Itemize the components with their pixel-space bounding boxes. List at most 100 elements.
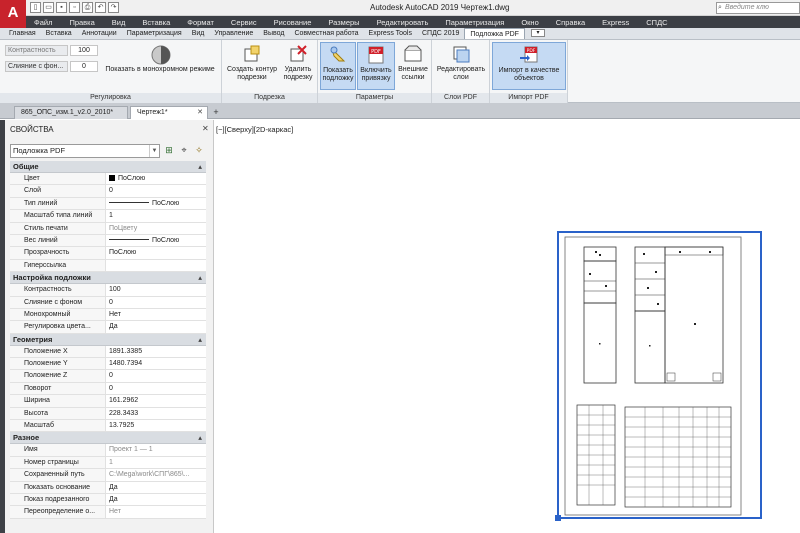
property-value[interactable]: 0 (106, 185, 206, 196)
menu-item[interactable]: Правка (69, 18, 94, 27)
property-value[interactable]: Нет (106, 309, 206, 320)
collapse-icon[interactable]: ▴ (198, 334, 202, 346)
property-value[interactable]: ПоЦвету (106, 223, 206, 234)
ribbon-tab[interactable]: Express Tools (364, 28, 417, 39)
property-row[interactable]: Вес линий ПоСлою (10, 234, 206, 248)
property-row[interactable]: Масштаб 13.7925 (10, 420, 206, 433)
property-row[interactable]: Слияние с фоном 0 (10, 296, 206, 309)
menu-item[interactable]: Express (602, 18, 629, 27)
menu-item[interactable]: СПДС (646, 18, 667, 27)
property-row[interactable]: Гиперссылка (10, 259, 206, 273)
menu-item[interactable]: Параметризация (445, 18, 504, 27)
property-value[interactable]: ПоСлою (106, 198, 206, 209)
property-row[interactable]: Ширина 161.2962 (10, 395, 206, 408)
property-row[interactable]: Имя Проект 1 — 1 (10, 444, 206, 457)
remove-clip-button[interactable]: Удалить подрезку (280, 44, 316, 82)
drawing-viewport[interactable]: [−][Сверху][2D-каркас] (214, 120, 800, 533)
property-category[interactable]: Настройка подложки ▴ (10, 272, 206, 285)
open-file-icon[interactable]: ▭ (43, 2, 54, 13)
property-value[interactable]: C:\Mega\work\СПГ\865\... (106, 469, 206, 480)
menu-item[interactable]: Окно (521, 18, 538, 27)
contrast-input[interactable]: 100 (70, 45, 98, 56)
property-value[interactable]: 100 (106, 284, 206, 295)
ribbon-tab[interactable]: СПДС 2019 (417, 28, 464, 39)
menu-item[interactable]: Вид (112, 18, 126, 27)
ribbon-tab[interactable]: Вид (187, 28, 210, 39)
menu-item[interactable]: Справка (556, 18, 585, 27)
create-clip-button[interactable]: Создать контур подрезки (225, 44, 279, 82)
property-value[interactable]: 1480.7394 (106, 358, 206, 369)
menu-item[interactable]: Файл (34, 18, 52, 27)
property-value[interactable]: Проект 1 — 1 (106, 444, 206, 455)
property-row[interactable]: Регулировка цвета... Да (10, 321, 206, 334)
toggle-pickadd-icon[interactable]: ⊞ (163, 144, 175, 156)
property-row[interactable]: Цвет ПоСлою (10, 173, 206, 186)
quick-select-icon[interactable]: ✧ (193, 144, 205, 156)
property-row[interactable]: Сохраненный путь C:\Mega\work\СПГ\865\... (10, 469, 206, 482)
property-row[interactable]: Монохромный Нет (10, 308, 206, 322)
search-input[interactable]: ⌕ Введите клю (716, 2, 800, 14)
undo-icon[interactable]: ↶ (95, 2, 106, 13)
redo-icon[interactable]: ↷ (108, 2, 119, 13)
menu-item[interactable]: Размеры (328, 18, 359, 27)
ribbon-tab[interactable]: Подложка PDF (464, 28, 525, 39)
property-value[interactable]: 1 (106, 457, 206, 468)
property-row[interactable]: Показать основание Да (10, 481, 206, 494)
pdf-underlay[interactable] (555, 231, 762, 521)
property-value[interactable]: 161.2962 (106, 395, 206, 406)
property-row[interactable]: Положение X 1891.3385 (10, 345, 206, 359)
property-value[interactable]: 0 (106, 383, 206, 394)
external-refs-button[interactable]: Внешние ссылки (396, 44, 430, 82)
property-value[interactable]: ПоСлою (106, 173, 206, 184)
ribbon-options-icon[interactable]: ▾ (530, 29, 545, 37)
property-value[interactable] (106, 260, 206, 271)
ribbon-tab[interactable]: Вывод (258, 28, 289, 39)
property-value[interactable]: 0 (106, 297, 206, 308)
collapse-icon[interactable]: ▴ (198, 432, 202, 444)
property-row[interactable]: Номер страницы 1 (10, 456, 206, 470)
collapse-icon[interactable]: ▴ (198, 272, 202, 284)
property-row[interactable]: Стиль печати ПоЦвету (10, 222, 206, 235)
doc-tab-865[interactable]: 865_ОПС_изм.1_v2.0_2010* (14, 106, 128, 119)
property-value[interactable]: 13.7925 (106, 420, 206, 431)
property-row[interactable]: Масштаб типа линий 1 (10, 210, 206, 223)
property-value[interactable]: Да (106, 482, 206, 493)
snap-button[interactable]: PDF Включить привязку (357, 42, 395, 90)
property-row[interactable]: Высота 228.3433 (10, 407, 206, 421)
property-category[interactable]: Общие ▴ (10, 161, 206, 173)
new-tab-icon[interactable]: + (210, 107, 222, 118)
ribbon-tab[interactable]: Совместная работа (289, 28, 363, 39)
application-menu-button[interactable]: A (0, 0, 26, 28)
property-value[interactable]: ПоСлою (106, 235, 206, 246)
selection-dropdown[interactable]: Подложка PDF ▼ (10, 144, 160, 158)
save-icon[interactable]: ▪ (56, 2, 67, 13)
ribbon-tab[interactable]: Аннотации (77, 28, 122, 39)
menu-item[interactable]: Формат (187, 18, 214, 27)
fade-input[interactable]: 0 (70, 61, 98, 72)
property-row[interactable]: Контрастность 100 (10, 284, 206, 297)
property-row[interactable]: Положение Z0 (10, 370, 206, 383)
show-underlay-button[interactable]: Показать подложку (320, 42, 356, 90)
collapse-icon[interactable]: ▴ (198, 161, 202, 173)
menu-item[interactable]: Рисование (274, 18, 312, 27)
property-row[interactable]: Показ подрезанного Да (10, 493, 206, 507)
print-icon[interactable]: ⎙ (82, 2, 93, 13)
monochrome-button[interactable]: Показать в монохромном режиме (100, 44, 220, 74)
ribbon-tab[interactable]: Вставка (41, 28, 77, 39)
save-as-icon[interactable]: ▫ (69, 2, 80, 13)
grip-handle[interactable] (555, 515, 561, 521)
ribbon-tab[interactable]: Параметризация (122, 28, 187, 39)
property-row[interactable]: Положение Y 1480.7394 (10, 358, 206, 371)
property-value[interactable]: 0 (106, 370, 206, 381)
property-value[interactable]: Нет (106, 506, 206, 517)
select-objects-icon[interactable]: ⌖ (178, 144, 190, 156)
property-value[interactable]: Да (106, 321, 206, 332)
property-row[interactable]: Тип линий ПоСлою (10, 197, 206, 211)
new-file-icon[interactable]: ▯ (30, 2, 41, 13)
property-row[interactable]: Поворот 0 (10, 382, 206, 396)
property-category[interactable]: Разное ▴ (10, 432, 206, 445)
property-row[interactable]: Переопределение о... Нет (10, 506, 206, 519)
property-value[interactable]: 1 (106, 210, 206, 221)
property-value[interactable]: Да (106, 494, 206, 505)
property-category[interactable]: Геометрия ▴ (10, 333, 206, 346)
